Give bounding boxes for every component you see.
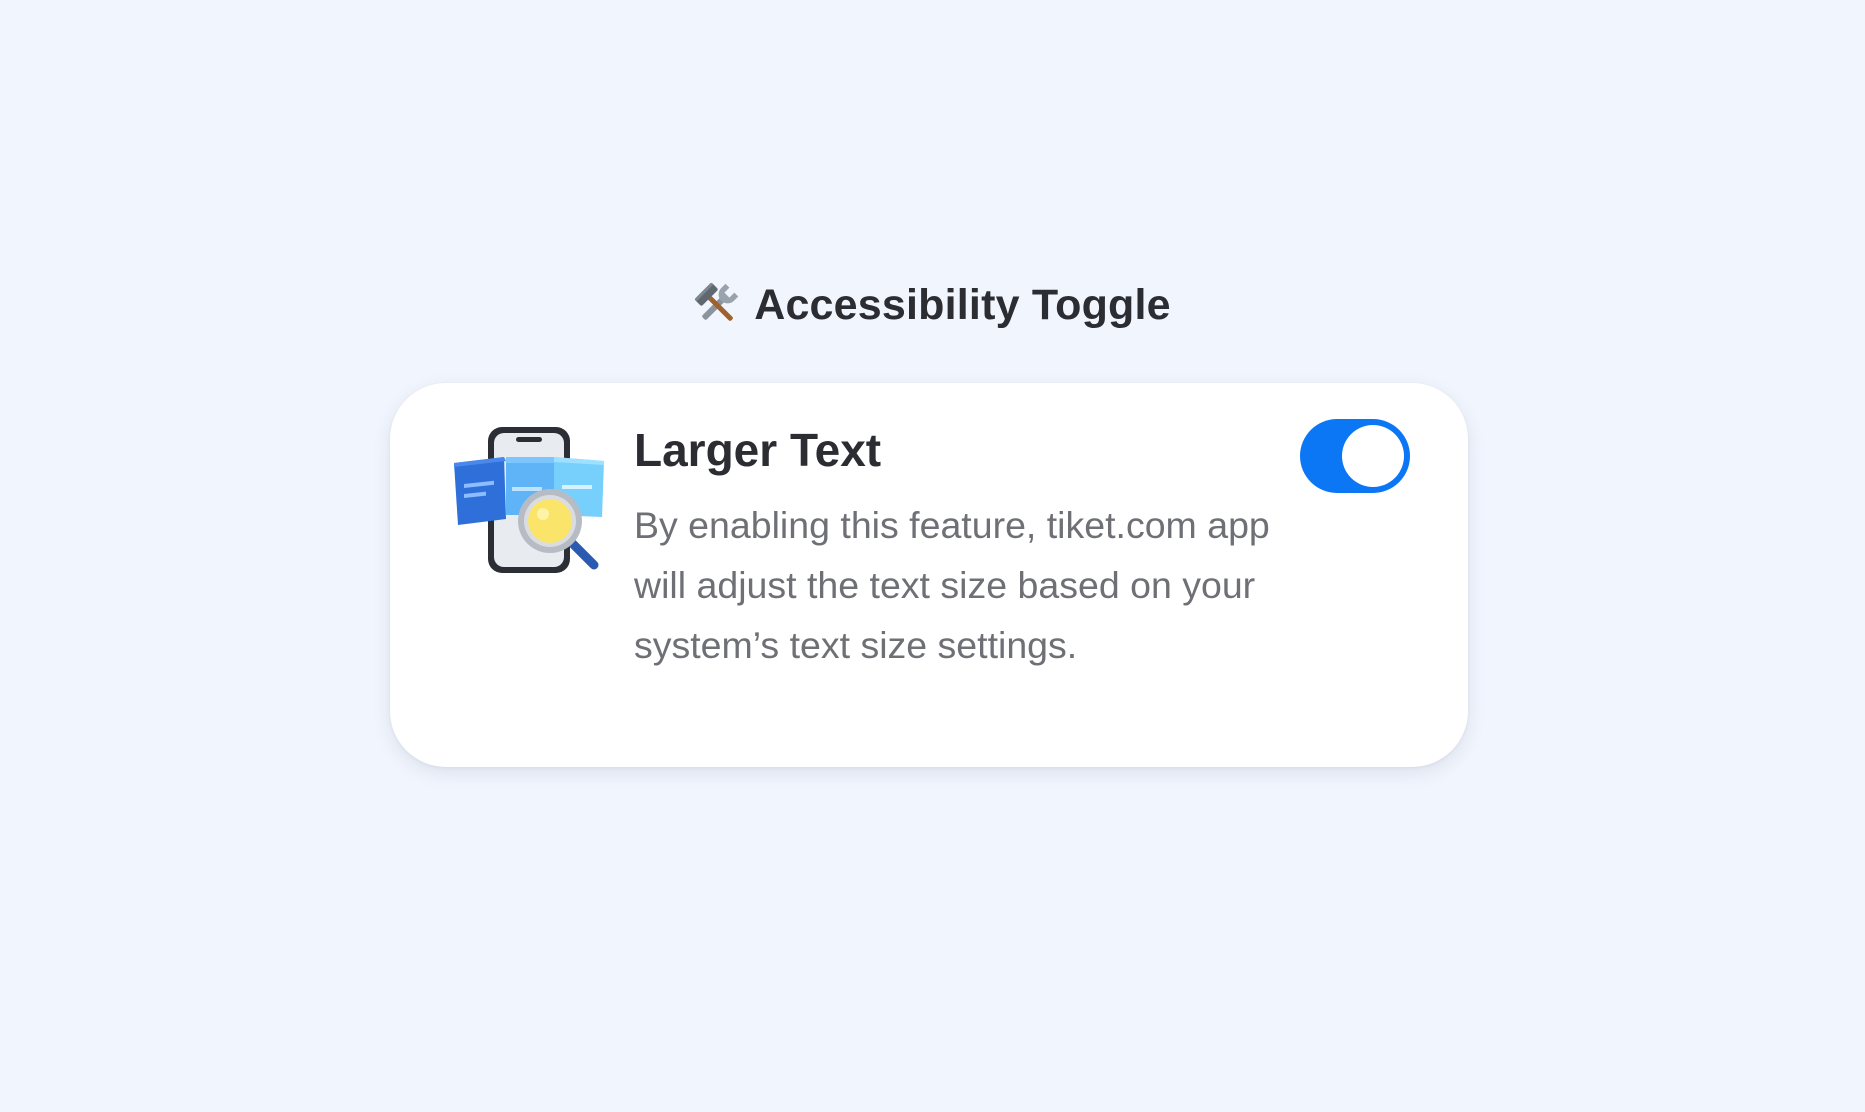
hammer-and-wrench-icon: [694, 282, 740, 328]
page-title: Accessibility Toggle: [754, 280, 1171, 329]
setting-title: Larger Text: [634, 424, 882, 476]
page-heading: Accessibility Toggle: [0, 272, 1865, 338]
larger-text-setting-card: Larger Text By enabling this feature, ti…: [390, 383, 1468, 767]
setting-description: By enabling this feature, tiket.com app …: [634, 504, 1270, 666]
larger-text-toggle[interactable]: [1300, 419, 1410, 493]
toggle-knob: [1342, 425, 1404, 487]
phone-magnifier-illustration-icon: [454, 425, 608, 577]
